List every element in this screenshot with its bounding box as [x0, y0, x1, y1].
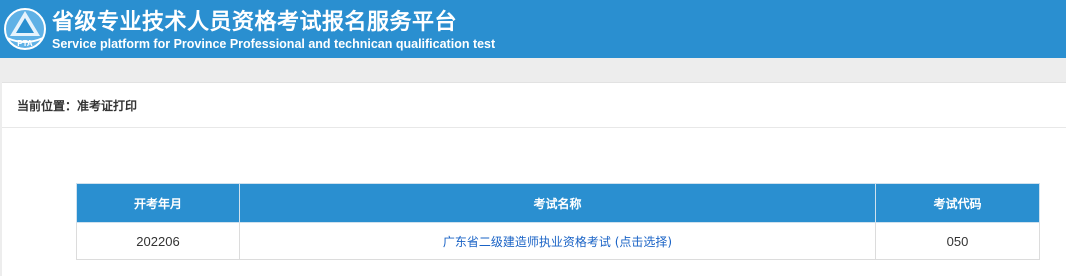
table-row: 202206 广东省二级建造师执业资格考试 (点击选择) 050: [76, 222, 1040, 260]
column-header-exam-code: 考试代码: [875, 183, 1040, 223]
site-subtitle: Service platform for Province Profession…: [52, 37, 496, 51]
exam-table: 开考年月 考试名称 考试代码 202206 广东省二级建造师执业资格考试 (点击…: [76, 183, 1040, 260]
breadcrumb: 当前位置：准考证打印: [17, 97, 137, 114]
site-header: PTA 省级专业技术人员资格考试报名服务平台 Service platform …: [0, 0, 1066, 58]
column-header-exam-name: 考试名称: [239, 183, 876, 223]
exam-select-link[interactable]: 广东省二级建造师执业资格考试 (点击选择): [443, 235, 672, 249]
header-spacer: [0, 58, 1066, 82]
exam-date-cell: 202206: [76, 222, 240, 260]
breadcrumb-current: 准考证打印: [77, 99, 138, 113]
svg-text:PTA: PTA: [17, 39, 33, 48]
breadcrumb-divider: [2, 127, 1066, 128]
column-header-date: 开考年月: [76, 183, 240, 223]
breadcrumb-label: 当前位置：: [17, 99, 78, 113]
content-panel: 当前位置：准考证打印 开考年月 考试名称 考试代码 202206 广东省二级建造…: [2, 82, 1066, 276]
pta-logo-icon: PTA: [4, 8, 46, 50]
exam-code-cell: 050: [875, 222, 1040, 260]
table-header-row: 开考年月 考试名称 考试代码: [76, 183, 1040, 223]
site-title: 省级专业技术人员资格考试报名服务平台: [52, 10, 458, 35]
exam-name-cell: 广东省二级建造师执业资格考试 (点击选择): [239, 222, 876, 260]
